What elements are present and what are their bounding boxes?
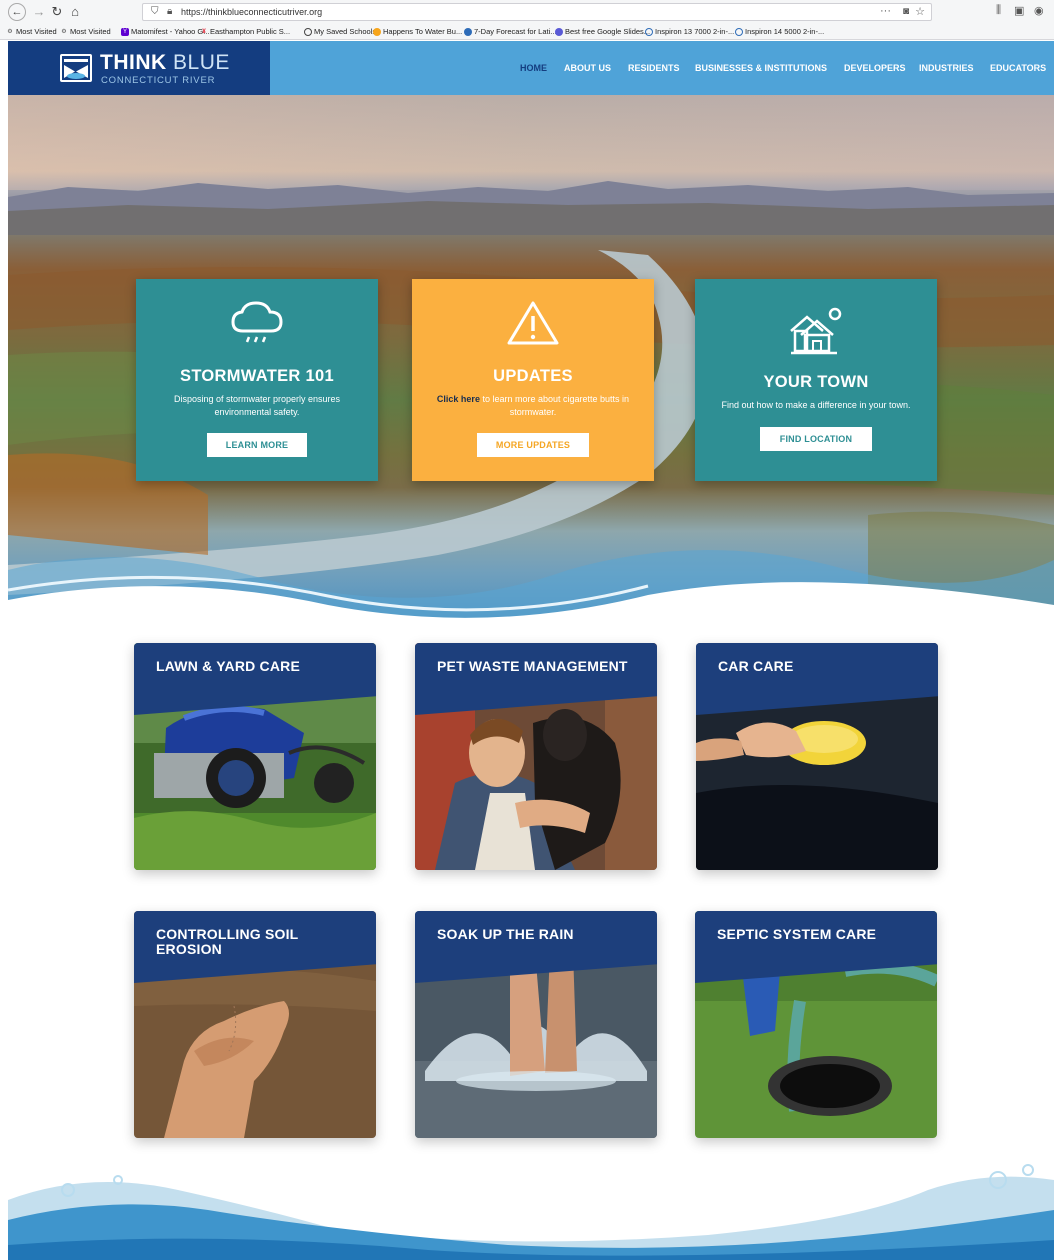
address-bar[interactable]: ⛉ 🔒︎ https://thinkblueconnecticutriver.o… — [142, 3, 932, 21]
bookmark-item[interactable]: Inspiron 13 7000 2-in-... — [645, 27, 734, 36]
pocket-icon[interactable]: ◙ — [903, 6, 909, 17]
site-header: THINK BLUE CONNECTICUT RIVER HOME ABOUT … — [8, 41, 1054, 95]
click-here-link[interactable]: Click here — [437, 394, 480, 404]
water-splash — [8, 550, 1054, 640]
more-updates-button[interactable]: MORE UPDATES — [477, 433, 589, 457]
nav-businesses-institutions[interactable]: BUSINESSES & INSTITUTIONS — [695, 63, 827, 73]
updates-title: UPDATES — [493, 367, 573, 385]
home-icon[interactable]: ⌂ — [66, 3, 84, 21]
car-care-tile[interactable]: CAR CARE — [696, 643, 938, 870]
mountain-range — [8, 181, 1054, 235]
bookmark-item[interactable]: ¥ Easthampton Public S... — [200, 27, 290, 36]
stormwater-desc: Disposing of stormwater properly ensures… — [173, 394, 341, 417]
weather-icon — [464, 27, 472, 36]
septic-system-title: SEPTIC SYSTEM CARE — [717, 926, 877, 942]
gear-icon: ⚙ — [7, 28, 13, 35]
library-icon[interactable]: ⫼ — [996, 4, 1001, 17]
bookmark-item[interactable]: Happens To Water Bu... — [373, 27, 462, 36]
nav-residents[interactable]: RESIDENTS — [628, 63, 680, 73]
school-logo-icon: ¥ — [202, 28, 206, 35]
rain-cloud-icon — [231, 301, 283, 343]
pet-waste-tile[interactable]: PET WASTE MANAGEMENT — [415, 643, 657, 870]
more-actions-icon[interactable]: ··· — [880, 5, 891, 17]
forward-arrow-icon[interactable]: → — [30, 3, 48, 21]
url-text[interactable]: https://thinkblueconnecticutriver.org — [181, 7, 322, 17]
hero-banner: STORMWATER 101 Disposing of stormwater p… — [8, 95, 1054, 640]
yahoo-icon: Y — [121, 27, 129, 36]
nav-educators[interactable]: EDUCATORS — [990, 63, 1046, 73]
nav-home[interactable]: HOME — [520, 63, 547, 73]
logo-mark-icon — [60, 54, 92, 82]
star-icon[interactable]: ☆ — [915, 5, 925, 18]
your-town-desc: Find out how to make a difference in you… — [721, 400, 911, 410]
browser-chrome: ← → ↻ ⌂ ⛉ 🔒︎ https://thinkblueconnecticu… — [0, 0, 1054, 40]
pet-waste-title: PET WASTE MANAGEMENT — [437, 658, 628, 674]
house-location-icon — [790, 307, 842, 355]
lock-icon[interactable]: 🔒︎ — [167, 6, 172, 17]
nav-about-us[interactable]: ABOUT US — [564, 63, 611, 73]
bookmark-item[interactable]: Inspiron 14 5000 2-in-... — [735, 27, 824, 36]
warning-icon — [507, 301, 559, 345]
site-logo[interactable]: THINK BLUE CONNECTICUT RIVER — [8, 41, 270, 95]
nav-developers[interactable]: DEVELOPERS — [844, 63, 906, 73]
logo-subtitle: CONNECTICUT RIVER — [101, 75, 216, 86]
slides-icon — [555, 27, 563, 36]
lawn-yard-care-title: LAWN & YARD CARE — [156, 658, 300, 674]
sun-icon — [373, 27, 381, 36]
septic-system-tile[interactable]: SEPTIC SYSTEM CARE — [695, 911, 937, 1138]
lawn-yard-care-tile[interactable]: LAWN & YARD CARE — [134, 643, 376, 870]
browser-toolbar: ← → ↻ ⌂ ⛉ 🔒︎ https://thinkblueconnecticu… — [0, 0, 1054, 24]
nav-industries[interactable]: INDUSTRIES — [919, 63, 974, 73]
bottom-water-splash — [8, 1164, 1054, 1260]
dell-icon — [645, 27, 653, 36]
sidebar-icon[interactable]: ▣ — [1014, 4, 1024, 17]
bookmark-item[interactable]: Best free Google Slides... — [555, 27, 650, 36]
stormwater-title: STORMWATER 101 — [180, 367, 334, 385]
soil-erosion-title: CONTROLLING SOIL EROSION — [156, 926, 299, 957]
soak-up-the-rain-title: SOAK UP THE RAIN — [437, 926, 574, 942]
your-town-card: YOUR TOWN Find out how to make a differe… — [695, 279, 937, 481]
bookmark-item[interactable]: Y Matomifest - Yahoo G... — [121, 27, 210, 36]
gear-icon: ⚙ — [61, 28, 67, 35]
your-town-title: YOUR TOWN — [763, 373, 869, 391]
main-nav: HOME ABOUT US RESIDENTS BUSINESSES & INS… — [270, 41, 1054, 95]
account-icon[interactable]: ◉ — [1034, 4, 1044, 17]
bookmarks-bar: ⚙ Most Visited ⚙ Most Visited Y Matomifest … — [0, 24, 1054, 40]
dell-icon — [735, 27, 743, 36]
soil-erosion-tile[interactable]: CONTROLLING SOIL EROSION — [134, 911, 376, 1138]
shield-icon[interactable]: ⛉ — [151, 6, 159, 17]
stormwater-card: STORMWATER 101 Disposing of stormwater p… — [136, 279, 378, 481]
updates-card: UPDATES Click here to learn more about c… — [412, 279, 654, 481]
bookmark-item[interactable]: ⚙ Most Visited — [6, 27, 56, 36]
soak-up-the-rain-tile[interactable]: SOAK UP THE RAIN — [415, 911, 657, 1138]
bookmark-item[interactable]: My Saved Schools — [304, 27, 376, 36]
bookmark-item[interactable]: ⚙ Most Visited — [60, 27, 110, 36]
reload-icon[interactable]: ↻ — [48, 3, 66, 21]
globe-icon — [304, 27, 312, 36]
back-arrow-icon[interactable]: ← — [8, 3, 26, 21]
updates-desc: Click here to learn more about cigarette… — [436, 394, 630, 417]
bookmark-item[interactable]: 7-Day Forecast for Lati... — [464, 27, 557, 36]
car-care-title: CAR CARE — [718, 658, 794, 674]
logo-title: THINK BLUE — [100, 51, 230, 74]
find-location-button[interactable]: FIND LOCATION — [760, 427, 872, 451]
learn-more-button[interactable]: LEARN MORE — [207, 433, 307, 457]
